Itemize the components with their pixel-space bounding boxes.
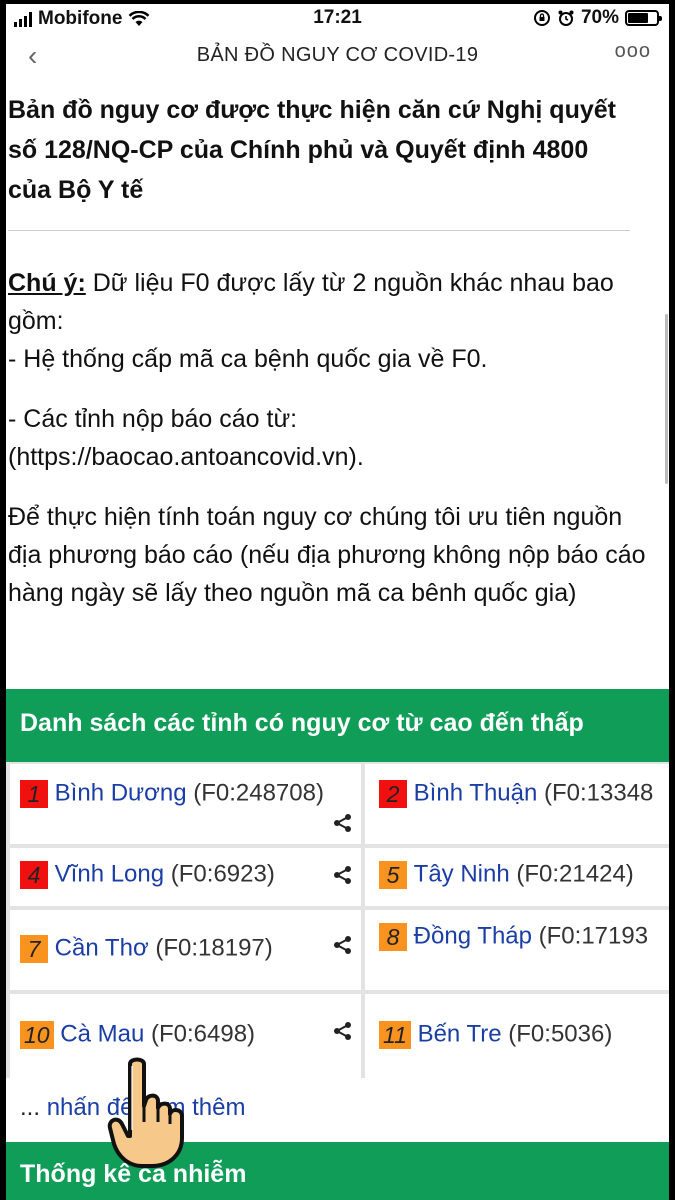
f0-count: (F0:248708) bbox=[193, 779, 324, 807]
rank-badge: 2 bbox=[379, 779, 407, 808]
province-link[interactable]: Vĩnh Long bbox=[55, 861, 164, 888]
share-icon[interactable] bbox=[332, 864, 354, 886]
province-link[interactable]: Bình Thuận bbox=[414, 780, 538, 807]
show-more-dots: ... bbox=[20, 1094, 41, 1121]
rank-badge: 8 bbox=[379, 922, 407, 951]
rank-badge: 1 bbox=[20, 779, 48, 808]
f0-count: (F0:18197) bbox=[155, 934, 273, 962]
battery-level bbox=[628, 13, 648, 23]
rank-badge: 7 bbox=[20, 934, 48, 963]
risk-list-header: Danh sách các tỉnh có nguy cơ từ cao đến… bbox=[6, 689, 669, 763]
rank-badge: 5 bbox=[379, 860, 407, 889]
province-link[interactable]: Cần Thơ bbox=[55, 935, 149, 962]
f0-count: (F0:13348 bbox=[544, 779, 654, 807]
more-options-icon[interactable]: ooo bbox=[615, 40, 651, 63]
province-card[interactable]: 2 Bình Thuận (F0:13348 bbox=[365, 764, 669, 844]
note-intro: Chú ý: Dữ liệu F0 được lấy từ 2 nguồn kh… bbox=[8, 264, 648, 378]
province-link[interactable]: Bến Tre bbox=[418, 1021, 502, 1048]
province-link[interactable]: Bình Dương bbox=[55, 780, 187, 807]
phone-frame: Mobifone 17:21 70% ‹ BẢN ĐỒ NGUY CƠ COVI… bbox=[0, 0, 675, 1200]
headline: Bản đồ nguy cơ được thực hiện căn cứ Ngh… bbox=[8, 96, 616, 204]
note-source-2: - Các tỉnh nộp báo cáo từ: (https://baoc… bbox=[8, 405, 364, 471]
f0-count: (F0:6498) bbox=[150, 1020, 256, 1048]
screen: Mobifone 17:21 70% ‹ BẢN ĐỒ NGUY CƠ COVI… bbox=[6, 4, 669, 1200]
note-intro-text: Dữ liệu F0 được lấy từ 2 nguồn khác nhau… bbox=[8, 269, 614, 335]
note-priority: Để thực hiện tính toán nguy cơ chúng tôi… bbox=[8, 503, 646, 607]
province-card[interactable]: 8 Đồng Tháp (F0:17193 bbox=[365, 910, 669, 990]
f0-count: (F0:6923) bbox=[170, 860, 275, 888]
rank-badge: 11 bbox=[379, 1020, 411, 1049]
share-icon[interactable] bbox=[332, 1020, 354, 1042]
page-title: BẢN ĐỒ NGUY CƠ COVID-19 bbox=[196, 44, 479, 66]
share-icon[interactable] bbox=[332, 934, 354, 956]
share-icon[interactable] bbox=[332, 812, 354, 834]
note-label: Chú ý: bbox=[8, 269, 86, 297]
province-card[interactable]: 4 Vĩnh Long (F0:6923) bbox=[10, 848, 361, 906]
status-right: 70% bbox=[533, 7, 662, 29]
province-card[interactable]: 5 Tây Ninh (F0:21424) bbox=[365, 848, 669, 906]
divider bbox=[8, 230, 630, 231]
battery-icon bbox=[625, 10, 662, 26]
f0-count: (F0:21424) bbox=[516, 860, 634, 888]
rank-badge: 10 bbox=[20, 1020, 54, 1049]
nav-bar: ‹ BẢN ĐỒ NGUY CƠ COVID-19 ooo bbox=[6, 34, 669, 76]
province-card[interactable]: 11 Bến Tre (F0:5036) bbox=[365, 994, 669, 1078]
province-card[interactable]: 7 Cần Thơ (F0:18197) bbox=[10, 910, 361, 990]
status-bar: Mobifone 17:21 70% bbox=[6, 4, 669, 32]
rotation-lock-icon bbox=[533, 10, 550, 26]
pointing-hand-icon bbox=[107, 1057, 184, 1168]
rank-badge: 4 bbox=[20, 860, 48, 889]
province-card[interactable]: 1 Bình Dương (F0:248708) bbox=[10, 764, 361, 844]
note-source-1: - Hệ thống cấp mã ca bệnh quốc gia về F0… bbox=[8, 345, 488, 373]
province-link[interactable]: Tây Ninh bbox=[414, 861, 510, 888]
alarm-icon bbox=[558, 10, 574, 26]
province-link[interactable]: Đồng Tháp bbox=[414, 923, 532, 950]
province-link[interactable]: Cà Mau bbox=[60, 1021, 144, 1048]
f0-count: (F0:17193 bbox=[538, 922, 649, 950]
battery-percent: 70% bbox=[580, 7, 619, 28]
f0-count: (F0:5036) bbox=[508, 1020, 613, 1048]
note: Chú ý: Dữ liệu F0 được lấy từ 2 nguồn kh… bbox=[8, 264, 648, 634]
province-grid: 1 Bình Dương (F0:248708) 2 Bình Thuận (F… bbox=[6, 762, 669, 1078]
scrollbar[interactable] bbox=[665, 314, 668, 484]
